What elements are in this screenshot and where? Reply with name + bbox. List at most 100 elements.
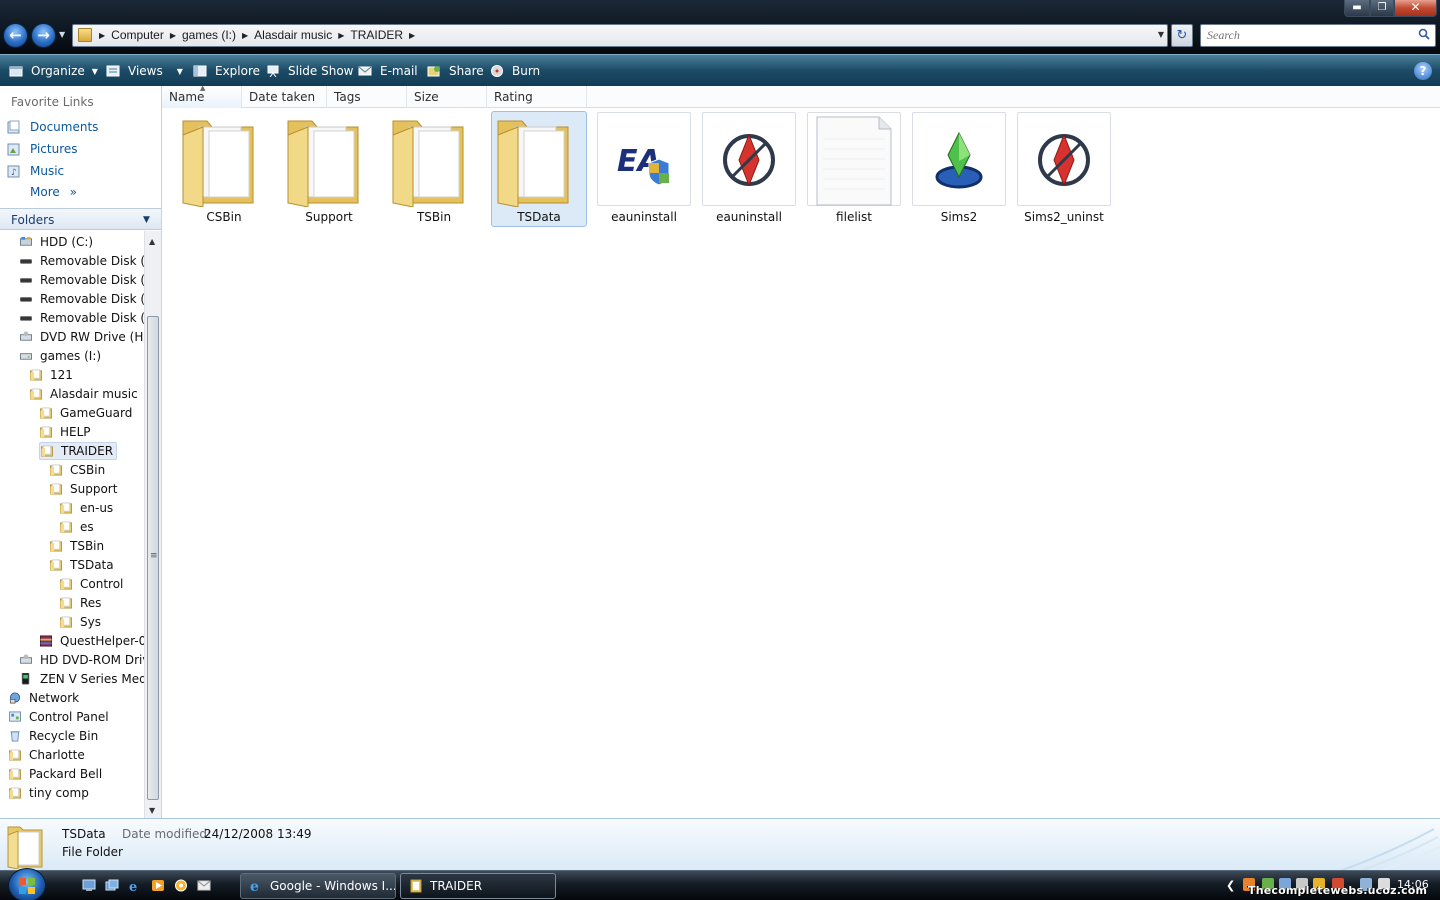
file-item-support[interactable]: Support <box>281 111 377 227</box>
column-header-name[interactable]: Name ▲ <box>162 84 242 108</box>
internet-explorer-icon[interactable]: e <box>128 879 142 892</box>
chevron-down-icon: ▼ <box>91 66 98 76</box>
svg-text:♪: ♪ <box>11 168 17 178</box>
address-bar[interactable]: ▶ Computer ▶ games (I:) ▶ Alasdair music… <box>72 24 1168 47</box>
tree-item-removable-disk-g[interactable]: Removable Disk (G: <box>19 309 144 327</box>
favorite-link-documents[interactable]: Documents <box>7 118 98 136</box>
maximize-button[interactable]: ❐ <box>1370 0 1394 17</box>
tree-item-packard-bell[interactable]: Packard Bell <box>8 765 102 783</box>
column-header-date-taken[interactable]: Date taken <box>242 86 327 108</box>
tree-item-hdd-c[interactable]: HDD (C:) <box>19 233 93 251</box>
file-item-csbin[interactable]: CSBin <box>176 111 272 227</box>
tree-item-tsdata[interactable]: TSData <box>49 556 114 574</box>
tree-item-charlotte[interactable]: Charlotte <box>8 746 85 764</box>
views-button[interactable]: Views ▼ <box>106 63 183 79</box>
windows-logo-icon <box>19 878 35 894</box>
burn-button[interactable]: Burn <box>490 63 540 79</box>
tree-item-support[interactable]: Support <box>49 480 117 498</box>
tree-item-es[interactable]: es <box>59 518 94 536</box>
forward-button[interactable]: → <box>31 23 56 48</box>
scroll-down-arrow-icon[interactable]: ▼ <box>149 806 155 815</box>
calendar-icon[interactable] <box>174 879 188 892</box>
file-item-sims2-uninst[interactable]: Sims2_uninst <box>1016 111 1112 227</box>
tree-item-en-us[interactable]: en-us <box>59 499 113 517</box>
breadcrumb-item-computer[interactable]: Computer <box>105 28 170 42</box>
taskbar-button-google[interactable]: e Google - Windows I... <box>240 873 396 899</box>
tree-item-tsbin[interactable]: TSBin <box>49 537 104 555</box>
tree-item-help[interactable]: HELP <box>39 423 91 441</box>
details-pane: TSData File Folder Date modified: 24/12/… <box>0 818 1440 870</box>
breadcrumb-item-alasdair-music[interactable]: Alasdair music <box>248 28 338 42</box>
burn-icon <box>491 65 503 77</box>
organize-button[interactable]: Organize ▼ <box>9 63 98 79</box>
help-icon[interactable]: ? <box>1414 62 1432 80</box>
tree-item-sys[interactable]: Sys <box>59 613 101 631</box>
tree-item-questhelper-0[interactable]: QuestHelper-0. <box>39 632 144 650</box>
search-icon[interactable] <box>1418 28 1430 40</box>
scrollbar-thumb[interactable]: ≡ <box>147 316 159 800</box>
tree-item-removable-disk-d[interactable]: Removable Disk (D: <box>19 252 144 270</box>
show-hidden-icons-chevron-icon[interactable]: ❮ <box>1226 879 1235 892</box>
file-item-filelist[interactable]: filelist <box>806 111 902 227</box>
file-item-tsdata[interactable]: TSData <box>491 111 587 227</box>
tree-item-games-i[interactable]: games (I:) <box>19 347 101 365</box>
column-header-tags[interactable]: Tags <box>327 86 407 108</box>
back-button[interactable]: ← <box>3 23 28 48</box>
breadcrumb-separator-icon[interactable]: ▶ <box>409 31 415 40</box>
taskbar-button-traider[interactable]: TRAIDER <box>400 873 556 899</box>
favorite-link-pictures[interactable]: Pictures <box>7 140 78 158</box>
favorite-link-label: Documents <box>30 120 99 134</box>
show-desktop-icon[interactable] <box>82 879 96 892</box>
folder-icon <box>41 445 53 457</box>
tree-item-tiny-comp[interactable]: tiny comp <box>8 784 89 802</box>
tree-item-traider[interactable]: TRAIDER <box>39 442 118 460</box>
recent-pages-chevron-icon[interactable]: ▼ <box>59 30 65 39</box>
column-header-rating[interactable]: Rating <box>487 86 587 108</box>
tree-item-label: HD DVD-ROM Driv <box>40 653 144 667</box>
more-links-button[interactable]: More » <box>30 185 77 199</box>
start-button[interactable] <box>8 868 46 900</box>
tree-item-label: TSBin <box>70 539 105 553</box>
tree-item-removable-disk-e[interactable]: Removable Disk (E: <box>19 271 144 289</box>
tree-item-dvd-rw-drive-h[interactable]: DVD RW Drive (H:) <box>19 328 144 346</box>
tree-item-hd-dvd-rom-driv[interactable]: HD DVD-ROM Driv <box>19 651 144 669</box>
tree-item-gameguard[interactable]: GameGuard <box>39 404 132 422</box>
tree-item-alasdair-music[interactable]: Alasdair music <box>29 385 138 403</box>
file-item-sims2[interactable]: Sims2 <box>911 111 1007 227</box>
search-input[interactable] <box>1207 28 1407 43</box>
tree-item-121[interactable]: 121 <box>29 366 73 384</box>
breadcrumb-item-games[interactable]: games (I:) <box>176 28 242 42</box>
breadcrumb-item-traider[interactable]: TRAIDER <box>344 28 409 42</box>
tree-item-zen-v-series-media[interactable]: ZEN V Series Media <box>19 670 144 688</box>
tree-item-control-panel[interactable]: Control Panel <box>8 708 109 726</box>
tree-item-recycle-bin[interactable]: Recycle Bin <box>8 727 98 745</box>
folders-header[interactable]: Folders ▼ <box>0 208 161 230</box>
folder-icon <box>60 597 72 609</box>
close-button[interactable]: ✕ <box>1394 0 1437 17</box>
explore-button[interactable]: Explore <box>193 63 260 79</box>
organize-label: Organize <box>31 64 85 78</box>
tree-scrollbar[interactable]: ▲ ≡ ▼ <box>144 231 161 818</box>
refresh-button[interactable]: ↻ <box>1171 24 1193 47</box>
search-box[interactable] <box>1200 24 1436 47</box>
minimize-button[interactable]: ▬ <box>1344 0 1370 17</box>
tree-item-control[interactable]: Control <box>59 575 123 593</box>
file-item-eauninstall[interactable]: EA eauninstall <box>596 111 692 227</box>
favorite-link-music[interactable]: ♪ Music <box>7 162 64 180</box>
scroll-up-arrow-icon[interactable]: ▲ <box>149 237 155 246</box>
tree-item-label: GameGuard <box>60 406 133 420</box>
tree-item-csbin[interactable]: CSBin <box>49 461 105 479</box>
slideshow-button[interactable]: Slide Show <box>266 63 353 79</box>
mail-icon[interactable] <box>197 879 211 892</box>
tree-item-network[interactable]: Network <box>8 689 79 707</box>
share-button[interactable]: Share <box>427 63 484 79</box>
column-header-size[interactable]: Size <box>407 86 487 108</box>
email-button[interactable]: E-mail <box>358 63 418 79</box>
address-dropdown-icon[interactable]: ▼ <box>1158 30 1164 39</box>
file-item-eauninstall[interactable]: eauninstall <box>701 111 797 227</box>
tree-item-removable-disk-f[interactable]: Removable Disk (F: <box>19 290 144 308</box>
tree-item-res[interactable]: Res <box>59 594 101 612</box>
switch-windows-icon[interactable] <box>105 879 119 892</box>
media-player-icon[interactable] <box>151 879 165 892</box>
file-item-tsbin[interactable]: TSBin <box>386 111 482 227</box>
